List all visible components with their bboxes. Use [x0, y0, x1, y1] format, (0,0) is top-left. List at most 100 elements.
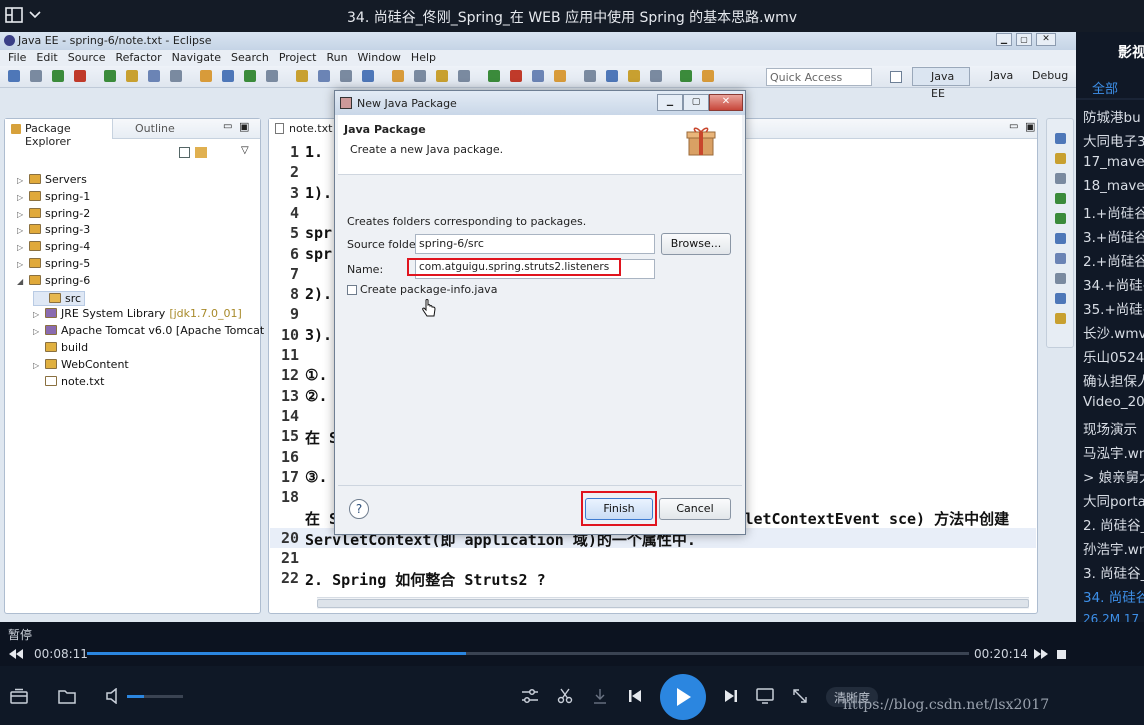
- toolbar-tool-icon[interactable]: [554, 70, 566, 82]
- maximize-icon[interactable]: ▢: [1016, 33, 1032, 46]
- menu-item-run[interactable]: Run: [326, 51, 347, 64]
- close-icon[interactable]: ✕: [709, 94, 743, 111]
- tree-item[interactable]: src: [33, 290, 86, 306]
- playlist-item[interactable]: 防城港bu: [1083, 106, 1141, 126]
- perspective-java[interactable]: Java: [976, 69, 1013, 82]
- side-view-icon[interactable]: [1055, 213, 1066, 224]
- toolbar-tool-icon[interactable]: [362, 70, 374, 82]
- toolbar-tool-icon[interactable]: [436, 70, 448, 82]
- tree-item[interactable]: ▷ spring-3: [17, 223, 90, 236]
- cancel-button[interactable]: Cancel: [659, 498, 731, 520]
- dialog-window-controls[interactable]: ▁ ▢ ✕: [657, 94, 743, 111]
- help-icon[interactable]: ?: [349, 499, 369, 519]
- side-view-icon[interactable]: [1055, 233, 1066, 244]
- tree-item[interactable]: ▷ JRE System Library [jdk1.7.0_01]: [33, 307, 242, 320]
- side-view-icon[interactable]: [1055, 253, 1066, 264]
- tree-item[interactable]: ▷ WebContent: [33, 358, 129, 371]
- playlist-item[interactable]: > 娘亲舅大: [1083, 466, 1144, 486]
- toolbar-tool-icon[interactable]: [488, 70, 500, 82]
- toolbar-tool-icon[interactable]: [414, 70, 426, 82]
- playlist-item[interactable]: 大同porta: [1083, 490, 1144, 510]
- toolbar-tool-icon[interactable]: [170, 70, 182, 82]
- toolbar-tool-icon[interactable]: [8, 70, 20, 82]
- side-view-icon[interactable]: [1055, 193, 1066, 204]
- settings-sliders-icon[interactable]: [520, 686, 540, 706]
- toolbar-tool-icon[interactable]: [296, 70, 308, 82]
- tree-item[interactable]: ▷ spring-4: [17, 240, 90, 253]
- playlist-item[interactable]: 34. 尚硅谷: [1083, 586, 1144, 606]
- playlist-item[interactable]: 2.+尚硅谷: [1083, 250, 1144, 270]
- scissors-icon[interactable]: [555, 686, 575, 706]
- menu-item-window[interactable]: Window: [358, 51, 401, 64]
- toolbar-tool-icon[interactable]: [126, 70, 138, 82]
- playlist-item[interactable]: 17_maven: [1083, 154, 1144, 170]
- toolbar-tool-icon[interactable]: [74, 70, 86, 82]
- fast-forward-icon[interactable]: [1033, 647, 1049, 661]
- tree-expand-icon[interactable]: ▷: [17, 226, 29, 235]
- horizontal-scrollbar[interactable]: [317, 597, 1029, 609]
- menu-item-search[interactable]: Search: [231, 51, 269, 64]
- side-view-icon[interactable]: [1055, 133, 1066, 144]
- toolbar-tool-icon[interactable]: [532, 70, 544, 82]
- quick-access-input[interactable]: Quick Access: [766, 68, 872, 86]
- toolbar-tool-icon[interactable]: [458, 70, 470, 82]
- playlist-item[interactable]: 35.+尚硅谷: [1083, 298, 1144, 318]
- view-menu-icon[interactable]: ▽: [241, 145, 249, 156]
- playlist-item[interactable]: 孙浩宇.wn: [1083, 538, 1144, 558]
- playlist-item[interactable]: 3.+尚硅谷: [1083, 226, 1144, 246]
- link-editor-icon[interactable]: [195, 147, 207, 158]
- close-icon[interactable]: ✕: [1036, 33, 1056, 46]
- toolbar-tool-icon[interactable]: [680, 70, 692, 82]
- tree-expand-icon[interactable]: ▷: [33, 327, 45, 336]
- tree-expand-icon[interactable]: ▷: [17, 176, 29, 185]
- folder-icon[interactable]: [56, 686, 78, 706]
- menu-item-help[interactable]: Help: [411, 51, 436, 64]
- maximize-view-icon[interactable]: ▣: [1025, 120, 1035, 133]
- toolbar-tool-icon[interactable]: [510, 70, 522, 82]
- toolbar-tool-icon[interactable]: [30, 70, 42, 82]
- tree-expand-icon[interactable]: ▷: [33, 361, 45, 370]
- toolbar-tool-icon[interactable]: [148, 70, 160, 82]
- volume-icon[interactable]: [104, 686, 122, 706]
- open-library-icon[interactable]: [8, 686, 30, 706]
- menu-item-edit[interactable]: Edit: [36, 51, 57, 64]
- package-info-checkbox[interactable]: [347, 285, 357, 295]
- playlist-item[interactable]: 2. 尚硅谷_: [1083, 514, 1144, 534]
- tree-expand-icon[interactable]: ▷: [33, 310, 45, 319]
- toolbar-tool-icon[interactable]: [650, 70, 662, 82]
- side-view-icon[interactable]: [1055, 293, 1066, 304]
- toolbar-tool-icon[interactable]: [244, 70, 256, 82]
- toolbar-tool-icon[interactable]: [392, 70, 404, 82]
- maximize-icon[interactable]: ▢: [683, 94, 709, 111]
- tree-item[interactable]: ▷ spring-1: [17, 190, 90, 203]
- minimize-icon[interactable]: ▁: [657, 94, 683, 111]
- playlist-item[interactable]: 18_maven: [1083, 178, 1144, 194]
- tree-item[interactable]: ▷ Servers: [17, 173, 87, 186]
- next-icon[interactable]: [721, 686, 741, 706]
- toolbar-tool-icon[interactable]: [628, 70, 640, 82]
- previous-icon[interactable]: [625, 686, 645, 706]
- toolbar-tool-icon[interactable]: [222, 70, 234, 82]
- browse-button[interactable]: Browse...: [661, 233, 731, 255]
- side-view-icon[interactable]: [1055, 173, 1066, 184]
- minimize-view-icon[interactable]: ▭: [223, 121, 232, 132]
- side-view-icon[interactable]: [1055, 153, 1066, 164]
- perspective-debug[interactable]: Debug: [1018, 69, 1068, 82]
- tree-item[interactable]: ▷ Apache Tomcat v6.0 [Apache Tomcat v6.0]: [33, 324, 296, 337]
- playlist-item[interactable]: 长沙.wmv: [1083, 322, 1144, 342]
- toolbar-tool-icon[interactable]: [584, 70, 596, 82]
- maximize-view-icon[interactable]: ▣: [239, 120, 249, 133]
- tree-item[interactable]: ▷ spring-5: [17, 257, 90, 270]
- video-frame[interactable]: Java EE - spring-6/note.txt - Eclipse ▁ …: [0, 32, 1076, 622]
- toolbar-tool-icon[interactable]: [318, 70, 330, 82]
- minimize-icon[interactable]: ▁: [996, 33, 1012, 46]
- side-view-icon[interactable]: [1055, 313, 1066, 324]
- playlist-item[interactable]: 确认担保人: [1083, 370, 1144, 390]
- menu-item-source[interactable]: Source: [68, 51, 106, 64]
- scroll-thumb[interactable]: [317, 599, 1029, 608]
- playlist-item[interactable]: 3. 尚硅谷_: [1083, 562, 1144, 582]
- playlist-item[interactable]: 大同电子3: [1083, 130, 1144, 150]
- playlist-item[interactable]: 马泓宇.wn: [1083, 442, 1144, 462]
- tree-item[interactable]: note.txt: [33, 375, 104, 388]
- playlist-item[interactable]: 1.+尚硅谷: [1083, 202, 1144, 222]
